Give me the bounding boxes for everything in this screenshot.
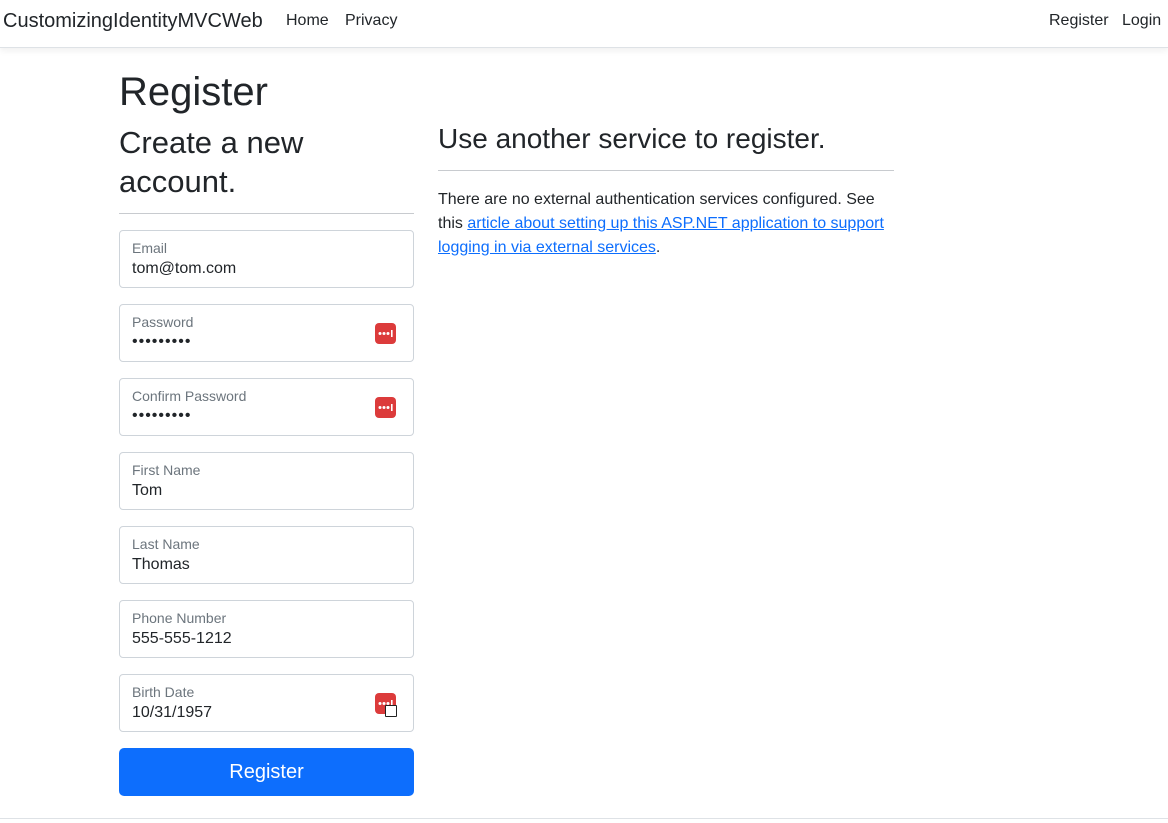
phone-number-label: Phone Number [132, 610, 227, 626]
external-info-after: . [655, 239, 661, 256]
password-value: ••••••••• [132, 333, 192, 350]
phone-number-value: 555-555-1212 [132, 630, 232, 647]
external-services-article-link[interactable]: article about setting up this ASP.NET ap… [438, 215, 884, 256]
birth-date-field[interactable]: Birth Date 10/31/1957 [119, 674, 414, 732]
first-name-field[interactable]: First Name Tom [119, 452, 414, 510]
calendar-icon[interactable] [385, 705, 397, 717]
password-manager-icon[interactable] [375, 397, 396, 418]
brand-link[interactable]: CustomizingIdentityMVCWeb [3, 10, 263, 33]
register-button[interactable]: Register [119, 748, 414, 796]
password-manager-icon[interactable] [375, 323, 396, 344]
page-title: Register [119, 70, 268, 114]
email-label: Email [132, 240, 168, 256]
email-field[interactable]: Email tom@tom.com [119, 230, 414, 288]
nav-login-link[interactable]: Login [1122, 12, 1161, 30]
confirm-password-label: Confirm Password [132, 388, 247, 404]
external-info-text: There are no external authentication ser… [438, 188, 898, 260]
external-heading: Use another service to register. [438, 123, 826, 154]
first-name-label: First Name [132, 462, 201, 478]
password-label: Password [132, 314, 194, 330]
birth-date-value: 10/31/1957 [132, 704, 213, 721]
form-heading: Create a new account. [119, 125, 304, 199]
last-name-value: Thomas [132, 556, 190, 573]
first-name-value: Tom [132, 482, 163, 499]
nav-privacy-link[interactable]: Privacy [345, 12, 397, 30]
last-name-field[interactable]: Last Name Thomas [119, 526, 414, 584]
confirm-password-field[interactable]: Confirm Password ••••••••• [119, 378, 414, 436]
external-divider [438, 170, 894, 171]
confirm-password-value: ••••••••• [132, 407, 192, 424]
navbar: CustomizingIdentityMVCWeb Home Privacy R… [0, 0, 1168, 48]
form-divider [119, 213, 414, 214]
nav-register-link[interactable]: Register [1049, 12, 1109, 30]
phone-number-field[interactable]: Phone Number 555-555-1212 [119, 600, 414, 658]
password-field[interactable]: Password ••••••••• [119, 304, 414, 362]
nav-home-link[interactable]: Home [286, 12, 329, 30]
email-value: tom@tom.com [132, 260, 237, 277]
last-name-label: Last Name [132, 536, 200, 552]
footer-divider [0, 818, 1168, 819]
birth-date-label: Birth Date [132, 684, 195, 700]
